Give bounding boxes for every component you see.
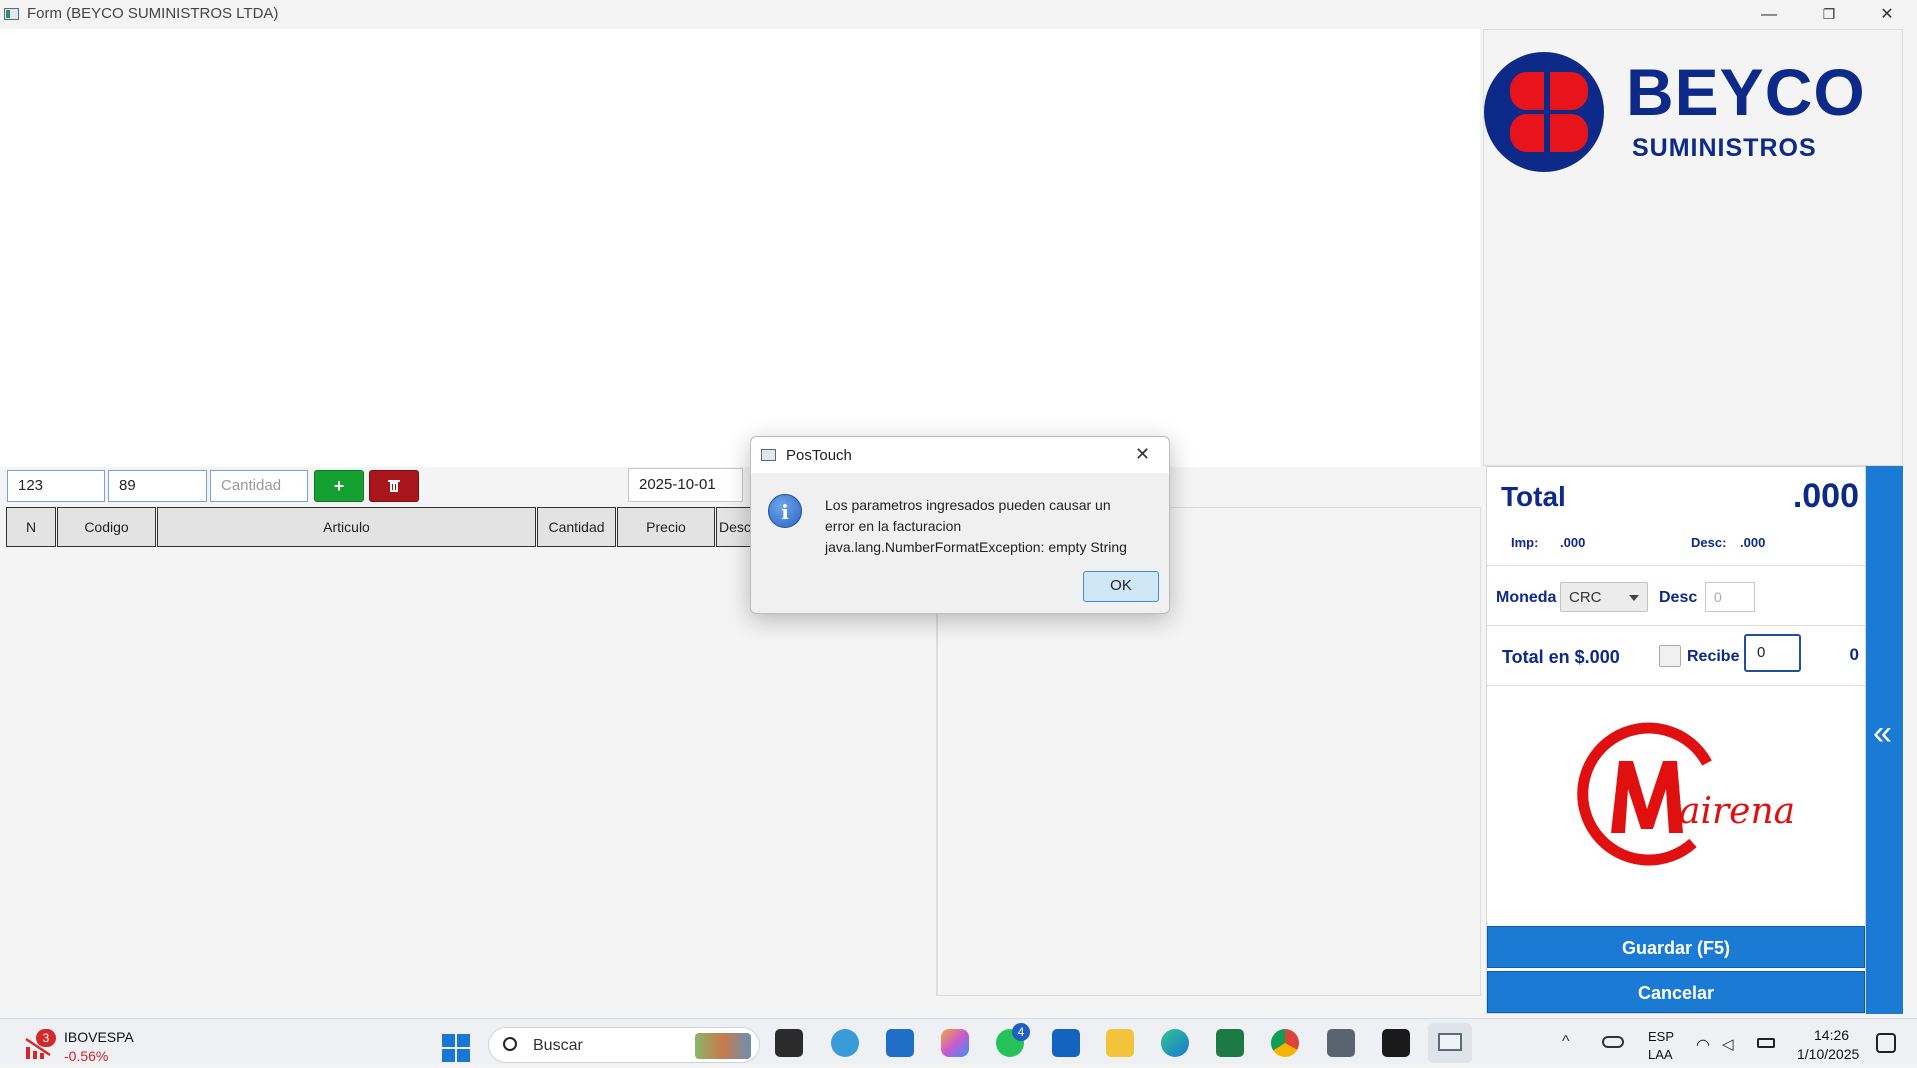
copilot-icon[interactable]: [941, 1029, 969, 1057]
divider: [1487, 565, 1865, 566]
outlook-icon[interactable]: [1052, 1029, 1080, 1057]
clock-time[interactable]: 14:26: [1814, 1027, 1849, 1043]
desc-label: Desc: [1659, 589, 1698, 606]
moneda-selected: CRC: [1569, 589, 1602, 606]
dialog-app-icon: [761, 449, 776, 461]
column-header-cantidad[interactable]: Cantidad: [537, 507, 616, 547]
search-placeholder: Buscar: [533, 1037, 583, 1054]
cantidad-input[interactable]: Cantidad: [210, 470, 308, 502]
trash-icon: [388, 480, 400, 492]
product-grid-area: [0, 29, 1480, 467]
store-icon[interactable]: [886, 1029, 914, 1057]
imp-label: Imp:: [1511, 535, 1539, 550]
ok-button[interactable]: OK: [1083, 571, 1159, 602]
file-explorer-icon[interactable]: [1106, 1029, 1134, 1057]
column-header-codigo[interactable]: Codigo: [57, 507, 156, 547]
field-2-input[interactable]: 89: [108, 470, 207, 502]
notification-bell-icon[interactable]: [1876, 1033, 1896, 1053]
search-highlight-icon: [695, 1033, 751, 1059]
total-value: .000: [1792, 477, 1859, 515]
window-titlebar: Form (BEYCO SUMINISTROS LTDA) — ❐ ✕: [0, 0, 1917, 29]
language-line1[interactable]: ESP: [1648, 1029, 1674, 1044]
terminal-icon[interactable]: [1382, 1029, 1410, 1057]
desc-summary-label: Desc:: [1691, 535, 1727, 550]
field-1-input[interactable]: 123: [7, 470, 105, 502]
collapse-sidebar[interactable]: «: [1866, 466, 1903, 1014]
clock-date[interactable]: 1/10/2025: [1797, 1046, 1859, 1062]
imp-value: .000: [1560, 535, 1586, 550]
divider: [1487, 685, 1865, 686]
cancelar-button[interactable]: Cancelar: [1487, 971, 1865, 1013]
double-chevron-left-icon[interactable]: «: [1873, 716, 1892, 750]
onedrive-icon[interactable]: [1602, 1036, 1624, 1048]
moneda-label: Moneda: [1496, 589, 1557, 606]
chrome-icon[interactable]: [1271, 1029, 1299, 1057]
date-field[interactable]: 2025-10-01: [628, 468, 743, 502]
change-value: 0: [1849, 645, 1859, 664]
widget-value: -0.56%: [64, 1048, 109, 1064]
recibe-input[interactable]: 0: [1744, 634, 1801, 672]
widget-name[interactable]: IBOVESPA: [64, 1029, 134, 1045]
column-header-n[interactable]: N: [6, 507, 56, 547]
dialog-close-button[interactable]: ✕: [1135, 444, 1150, 465]
battery-icon[interactable]: [1757, 1038, 1775, 1048]
recibe-label: Recibe: [1687, 648, 1740, 665]
column-header-precio[interactable]: Precio: [617, 507, 715, 547]
chevron-up-icon[interactable]: ^: [1562, 1033, 1570, 1051]
desc-summary-value: .000: [1740, 535, 1766, 550]
task-view-icon[interactable]: [775, 1029, 803, 1057]
dialog-message-line1: Los parametros ingresados pueden causar …: [825, 497, 1111, 513]
total-label: Total: [1501, 481, 1566, 512]
dialog-title: PosTouch: [786, 447, 852, 464]
desc-input[interactable]: 0: [1705, 582, 1755, 612]
edge-icon[interactable]: [1161, 1029, 1189, 1057]
total-en-label: Total en $.000: [1502, 647, 1620, 667]
taskbar-search-box[interactable]: Buscar: [488, 1027, 760, 1063]
guardar-button[interactable]: Guardar (F5): [1487, 926, 1865, 968]
add-item-button[interactable]: +: [314, 470, 364, 502]
totals-panel: Total .000 Imp: .000 Desc: .000 Moneda C…: [1486, 466, 1866, 1014]
active-app-button[interactable]: [1428, 1023, 1472, 1063]
search-icon: [503, 1037, 517, 1051]
moneda-select[interactable]: CRC: [1560, 582, 1648, 612]
copilot-vision-icon[interactable]: [831, 1029, 859, 1057]
beyco-brand-text: BEYCO: [1626, 55, 1866, 129]
beyco-sub-text: SUMINISTROS: [1632, 134, 1817, 162]
form-app-icon: [1438, 1033, 1462, 1051]
wifi-icon[interactable]: ◠: [1696, 1035, 1710, 1055]
info-icon: i: [768, 494, 802, 528]
widget-badge: 3: [36, 1029, 56, 1047]
language-line2: LAA: [1648, 1047, 1673, 1062]
chevron-down-icon: [1629, 595, 1639, 601]
volume-icon[interactable]: ◁: [1722, 1035, 1734, 1053]
dialog-message: Los parametros ingresados pueden causar …: [825, 495, 1127, 558]
windows-start-icon[interactable]: [441, 1033, 471, 1063]
whatsapp-badge: 4: [1012, 1023, 1030, 1041]
dialog-message-line2: error en la facturacion: [825, 518, 962, 534]
minimize-button[interactable]: —: [1740, 0, 1798, 29]
app-icon: [4, 8, 19, 20]
mairena-text: airena: [1679, 791, 1796, 832]
recibe-checkbox[interactable]: [1659, 645, 1681, 667]
error-dialog: PosTouch ✕ i Los parametros ingresados p…: [750, 436, 1170, 614]
restore-button[interactable]: ❐: [1800, 0, 1858, 29]
close-button[interactable]: ✕: [1858, 0, 1916, 29]
beyco-logo-panel: BEYCO SUMINISTROS: [1483, 29, 1903, 466]
dialog-titlebar: PosTouch ✕: [751, 437, 1169, 473]
invoice-table-body[interactable]: [6, 547, 937, 996]
calculator-icon[interactable]: [1327, 1029, 1355, 1057]
taskbar: 3 IBOVESPA -0.56% Buscar 4 ^ ESP LAA ◠ ◁…: [0, 1018, 1917, 1064]
delete-item-button[interactable]: [369, 470, 419, 502]
dialog-message-line3: java.lang.NumberFormatException: empty S…: [825, 539, 1127, 555]
excel-icon[interactable]: [1216, 1029, 1244, 1057]
column-header-articulo[interactable]: Articulo: [157, 507, 536, 547]
divider: [1487, 625, 1865, 626]
window-title: Form (BEYCO SUMINISTROS LTDA): [27, 5, 279, 22]
